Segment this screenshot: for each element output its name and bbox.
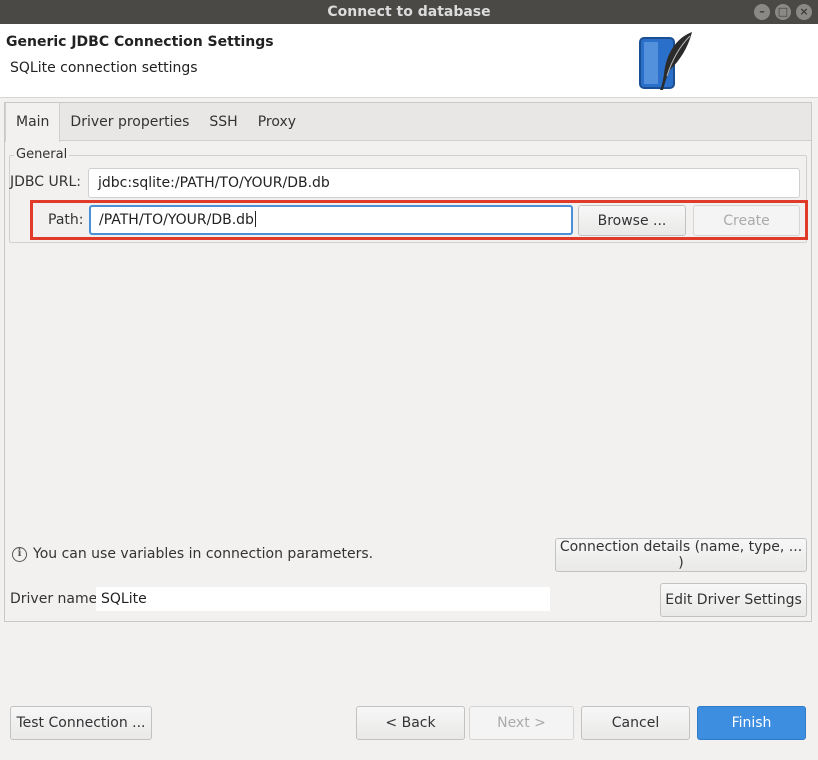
tab-driver-properties[interactable]: Driver properties [60,103,199,140]
window-title: Connect to database [327,4,491,20]
close-icon[interactable]: × [796,4,812,20]
info-icon: i [12,546,27,562]
general-group-label: General [14,147,70,162]
browse-button[interactable]: Browse ... [578,205,686,236]
connect-dialog: Generic JDBC Connection Settings SQLite … [0,24,818,760]
tab-proxy[interactable]: Proxy [248,103,306,140]
finish-button[interactable]: Finish [697,706,806,740]
tab-bar: Main Driver properties SSH Proxy [5,103,811,142]
window-controls: – □ × [754,4,812,20]
tab-main[interactable]: Main [5,103,61,142]
create-button[interactable]: Create [693,205,800,236]
back-button[interactable]: < Back [356,706,465,740]
driver-name-value: SQLite [96,587,550,611]
cancel-button[interactable]: Cancel [581,706,690,740]
jdbc-url-label: JDBC URL: [10,174,81,190]
path-input-value: /PATH/TO/YOUR/DB.db [99,212,254,228]
maximize-icon[interactable]: □ [775,4,791,20]
tab-ssh[interactable]: SSH [199,103,247,140]
connection-details-button[interactable]: Connection details (name, type, ... ) [555,538,807,572]
driver-name-label: Driver name: [10,591,102,607]
sqlite-feather-logo [639,32,692,90]
header-title: Generic JDBC Connection Settings [6,34,274,50]
path-label: Path: [48,212,84,228]
window-titlebar: Connect to database – □ × [0,0,818,24]
edit-driver-settings-button[interactable]: Edit Driver Settings [660,583,807,617]
jdbc-url-field[interactable]: jdbc:sqlite:/PATH/TO/YOUR/DB.db [88,168,800,198]
text-caret [254,211,256,227]
dialog-header: Generic JDBC Connection Settings SQLite … [0,24,818,98]
variables-info-text: You can use variables in connection para… [33,546,374,562]
test-connection-button[interactable]: Test Connection ... [10,706,152,740]
path-input[interactable]: /PATH/TO/YOUR/DB.db [89,205,573,235]
next-button[interactable]: Next > [469,706,574,740]
variables-info: i You can use variables in connection pa… [12,546,373,562]
minimize-icon[interactable]: – [754,4,770,20]
header-subtitle: SQLite connection settings [10,60,198,76]
